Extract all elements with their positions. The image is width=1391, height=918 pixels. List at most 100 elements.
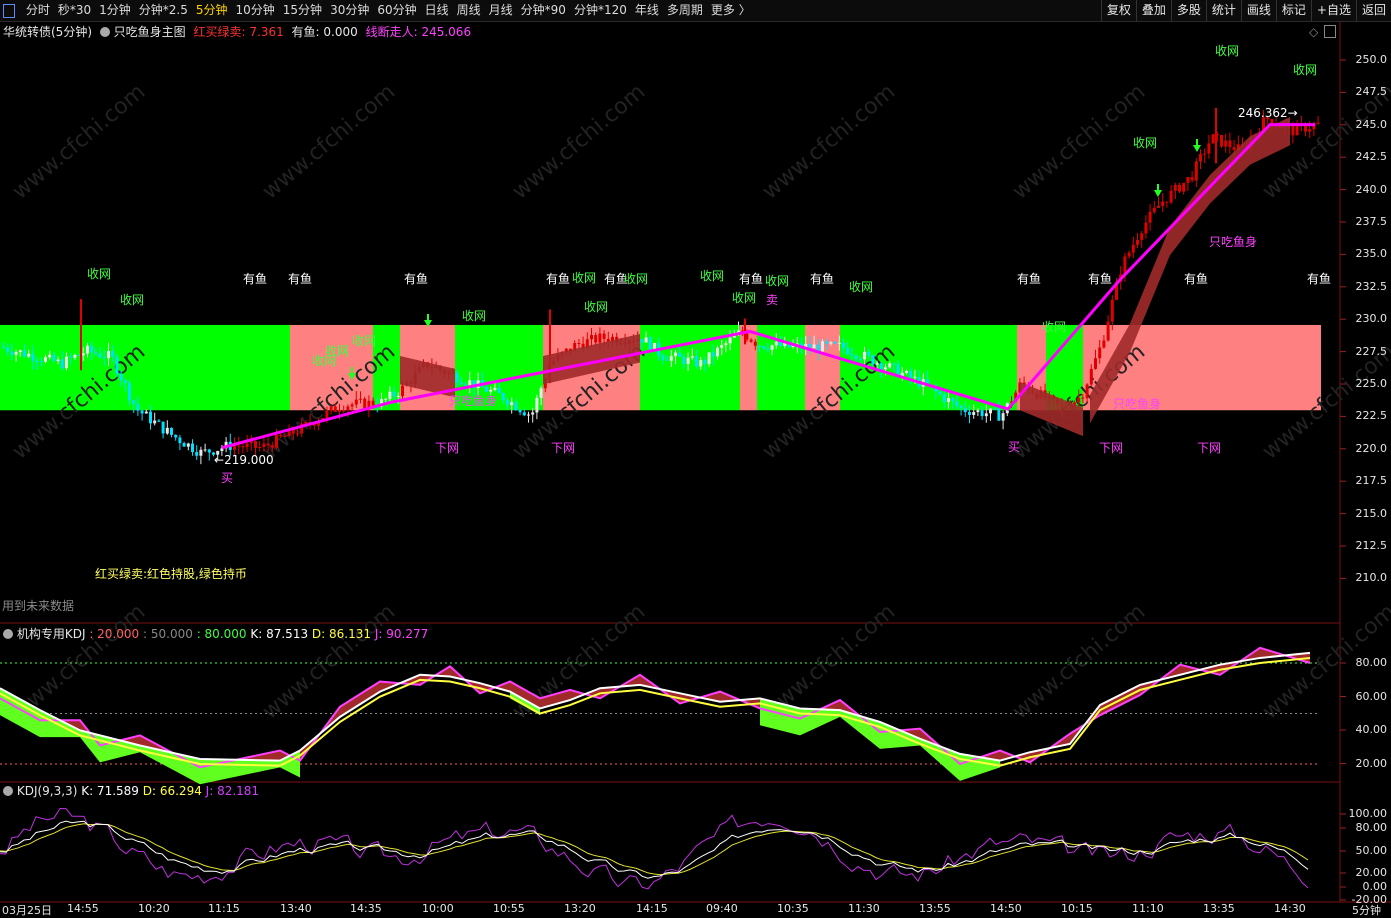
candle-body	[724, 343, 728, 346]
kdj2-y-tick: 0.00	[1362, 880, 1388, 893]
main-y-tick: 222.5	[1355, 409, 1388, 423]
candle-body	[972, 412, 976, 415]
candle-body	[342, 410, 346, 412]
time-tick: 13:35	[1203, 902, 1235, 915]
signal-label: 有鱼	[1017, 272, 1042, 286]
candle-body	[1136, 239, 1139, 245]
signal-label: 收网	[352, 334, 377, 348]
candle-body	[31, 353, 35, 361]
main-y-tick: 247.5	[1355, 85, 1388, 99]
candle-body	[497, 387, 501, 393]
kdj1-y-tick: 80.00	[1355, 656, 1388, 669]
candle-body	[2, 346, 5, 348]
candle-body	[35, 360, 39, 362]
candle-body	[136, 403, 140, 411]
candle-body	[682, 356, 686, 365]
candle-body	[18, 350, 22, 353]
candle-body	[1186, 177, 1190, 183]
kdj1-title[interactable]: 机构专用KDJ	[17, 627, 86, 641]
candle-body	[913, 376, 917, 378]
watermark: www.cfchi.com	[258, 599, 400, 724]
main-y-tick: 245.0	[1355, 117, 1388, 131]
candle-body	[107, 351, 110, 359]
candle-body	[1182, 182, 1186, 192]
kdj1-y-tick: 40.00	[1355, 723, 1388, 736]
date-label: 03月25日	[2, 904, 52, 917]
candle-body	[396, 396, 400, 398]
time-tick: 14:15	[636, 902, 668, 915]
candle-body	[1316, 122, 1320, 124]
time-tick: 13:20	[564, 902, 596, 915]
signal-label: 收网	[765, 274, 790, 288]
candle-body	[128, 383, 131, 401]
candle-body	[892, 363, 896, 365]
candle-body	[766, 348, 770, 350]
candle-body	[888, 363, 892, 368]
time-tick: 10:55	[493, 902, 525, 915]
time-tick: 10:35	[777, 902, 809, 915]
candle-body	[90, 345, 94, 353]
kdj2-y-tick: 50.00	[1355, 844, 1388, 857]
watermark: www.cfchi.com	[758, 79, 900, 204]
arrow-down-icon	[1154, 190, 1162, 197]
arrow-down-icon	[1193, 145, 1201, 152]
candle-body	[283, 436, 287, 438]
candle-body	[1291, 126, 1295, 136]
candle-body	[23, 350, 26, 357]
candle-body	[846, 348, 850, 355]
price-chart[interactable]: www.cfchi.com www.cfchi.com www.cfchi.com w…	[0, 0, 1391, 915]
candle-body	[73, 355, 77, 358]
kdj2-d-value: D: 66.294	[142, 784, 202, 798]
candle-body	[863, 351, 866, 360]
candle-body	[119, 373, 123, 381]
candle-body	[279, 434, 283, 437]
low-price-label: ←219.000	[214, 453, 274, 467]
candle-body	[468, 380, 472, 386]
candle-body	[510, 402, 514, 406]
candle-body	[384, 398, 388, 400]
signal-label: 收网	[87, 267, 112, 281]
signal-label: 有鱼	[1307, 272, 1332, 286]
candle-body	[1127, 252, 1131, 257]
candle-body	[245, 443, 249, 448]
candle-body	[111, 351, 115, 357]
candle-body	[728, 337, 732, 344]
candle-body	[808, 344, 812, 349]
candle-body	[455, 373, 459, 383]
period-label[interactable]: 5分钟	[1352, 902, 1381, 918]
kdj2-title[interactable]: KDJ(9,3,3)	[17, 784, 78, 798]
candle-body	[1232, 147, 1236, 151]
candle-body	[909, 370, 913, 378]
candle-body	[1173, 184, 1177, 191]
candle-body	[262, 443, 266, 447]
candle-body	[842, 342, 845, 349]
candle-body	[1178, 184, 1181, 192]
signal-zone	[740, 324, 757, 411]
candle-body	[132, 400, 136, 404]
candle-body	[501, 392, 505, 401]
time-tick: 14:30	[1274, 902, 1306, 915]
candle-body	[56, 359, 60, 362]
legend-note: 红买绿卖:红色持股,绿色持币	[95, 567, 247, 581]
candle-body	[690, 356, 694, 358]
future-data-note: 用到未来数据	[2, 599, 75, 613]
candle-body	[195, 452, 199, 456]
candle-body	[459, 382, 463, 385]
candle-body	[1152, 207, 1156, 212]
candle-body	[153, 420, 157, 424]
candle-body	[363, 398, 367, 409]
candle-body	[115, 356, 119, 374]
candle-body	[1194, 161, 1198, 181]
candle-body	[186, 443, 190, 447]
candle-body	[149, 411, 152, 424]
signal-zone	[0, 324, 290, 411]
candle-body	[669, 356, 673, 361]
signal-label: 下网	[551, 441, 576, 455]
candle-body	[875, 363, 879, 365]
settings-icon[interactable]	[3, 629, 13, 639]
candle-body	[266, 443, 270, 446]
main-y-tick: 227.5	[1355, 344, 1388, 358]
settings-icon[interactable]	[3, 786, 13, 796]
candle-body	[707, 352, 711, 364]
kdj1-j-line	[0, 646, 1311, 769]
